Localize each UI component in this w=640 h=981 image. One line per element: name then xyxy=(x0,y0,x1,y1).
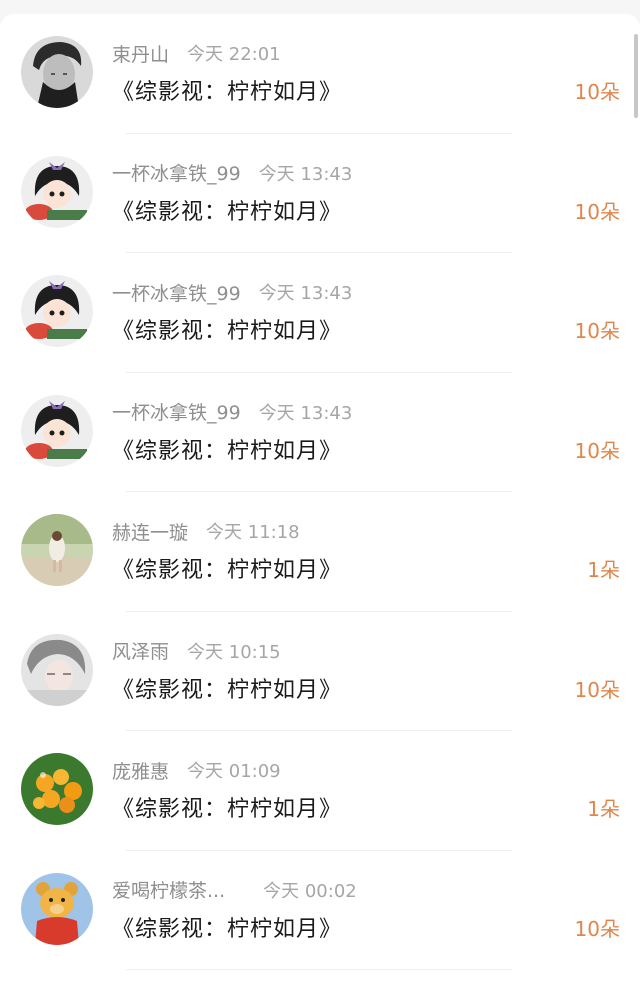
avatar[interactable] xyxy=(21,872,93,945)
user-name[interactable]: 一杯冰拿铁_99 xyxy=(112,279,241,306)
timestamp: 今天 13:43 xyxy=(258,283,353,304)
timestamp: 今天 22:01 xyxy=(187,44,281,65)
timestamp: 今天 13:43 xyxy=(258,163,353,185)
timestamp: 今天 01:09 xyxy=(187,761,281,782)
flower-count: 10朵 xyxy=(574,916,620,941)
timestamp: 今天 11:18 xyxy=(206,522,300,543)
entry-meta: 一杯冰拿铁_99 今天 13:43 xyxy=(112,160,352,186)
user-name[interactable]: 爱喝柠檬茶... xyxy=(112,876,225,903)
book-title[interactable]: 《综影视：柠柠如月》 xyxy=(112,911,342,943)
user-name[interactable]: 赫连一璇 xyxy=(112,518,188,545)
user-name[interactable]: 束丹山 xyxy=(112,40,169,67)
book-title[interactable]: 《综影视：柠柠如月》 xyxy=(112,433,342,465)
flower-count: 10朵 xyxy=(574,319,620,343)
avatar[interactable] xyxy=(21,155,93,228)
entry-meta: 赫连一璇 今天 11:18 xyxy=(112,518,300,544)
entry-meta: 庞雅惠 今天 01:09 xyxy=(112,757,281,783)
book-title[interactable]: 《综影视：柠柠如月》 xyxy=(112,552,342,584)
timestamp: 今天 10:15 xyxy=(187,641,281,663)
flower-count: 1朵 xyxy=(587,558,620,582)
entry-meta: 束丹山 今天 22:01 xyxy=(112,40,281,66)
entry-meta: 一杯冰拿铁_99 今天 13:43 xyxy=(112,279,352,305)
gift-list: 束丹山 今天 22:01 《综影视：柠柠如月》 10朵 一杯冰拿铁_99 今天 … xyxy=(0,14,640,970)
flower-count: 10朵 xyxy=(574,199,620,224)
timestamp: 今天 00:02 xyxy=(263,880,357,902)
entry-meta: 一杯冰拿铁_99 今天 13:43 xyxy=(112,399,352,425)
avatar[interactable] xyxy=(21,394,93,467)
user-name[interactable]: 一杯冰拿铁_99 xyxy=(112,159,241,186)
book-title[interactable]: 《综影视：柠柠如月》 xyxy=(112,194,342,226)
entry-meta: 爱喝柠檬茶... 今天 00:02 xyxy=(112,877,357,903)
top-strip xyxy=(0,0,640,14)
user-name[interactable]: 风泽雨 xyxy=(112,637,169,664)
list-item[interactable]: 一杯冰拿铁_99 今天 13:43 《综影视：柠柠如月》 10朵 xyxy=(0,373,640,492)
flower-count: 1朵 xyxy=(587,797,620,821)
avatar[interactable] xyxy=(21,275,93,347)
divider xyxy=(126,969,512,970)
book-title[interactable]: 《综影视：柠柠如月》 xyxy=(112,74,342,106)
book-title[interactable]: 《综影视：柠柠如月》 xyxy=(112,791,342,823)
list-item[interactable]: 爱喝柠檬茶... 今天 00:02 《综影视：柠柠如月》 10朵 xyxy=(0,851,640,970)
avatar[interactable] xyxy=(21,633,93,706)
avatar[interactable] xyxy=(21,514,93,586)
flower-count: 10朵 xyxy=(574,677,620,702)
user-name[interactable]: 庞雅惠 xyxy=(112,757,169,784)
user-name[interactable]: 一杯冰拿铁_99 xyxy=(112,398,241,425)
entry-meta: 风泽雨 今天 10:15 xyxy=(112,638,281,664)
book-title[interactable]: 《综影视：柠柠如月》 xyxy=(112,672,342,704)
book-title[interactable]: 《综影视：柠柠如月》 xyxy=(112,313,342,345)
list-item[interactable]: 赫连一璇 今天 11:18 《综影视：柠柠如月》 1朵 xyxy=(0,492,640,612)
list-item[interactable]: 风泽雨 今天 10:15 《综影视：柠柠如月》 10朵 xyxy=(0,612,640,731)
avatar[interactable] xyxy=(21,36,93,108)
list-item[interactable]: 一杯冰拿铁_99 今天 13:43 《综影视：柠柠如月》 10朵 xyxy=(0,134,640,253)
list-item[interactable]: 束丹山 今天 22:01 《综影视：柠柠如月》 10朵 xyxy=(0,14,640,134)
list-item[interactable]: 庞雅惠 今天 01:09 《综影视：柠柠如月》 1朵 xyxy=(0,731,640,851)
list-item[interactable]: 一杯冰拿铁_99 今天 13:43 《综影视：柠柠如月》 10朵 xyxy=(0,253,640,373)
timestamp: 今天 13:43 xyxy=(258,402,353,424)
flower-count: 10朵 xyxy=(574,80,620,104)
flower-count: 10朵 xyxy=(574,438,620,463)
avatar[interactable] xyxy=(21,753,93,825)
